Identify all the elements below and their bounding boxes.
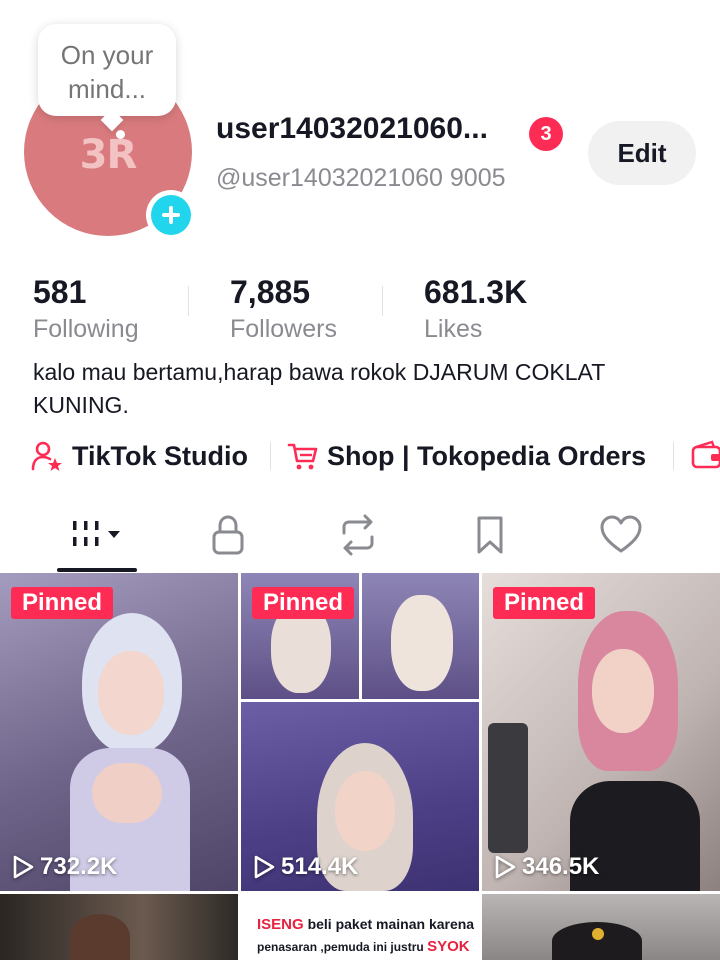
wallet-icon <box>691 440 720 469</box>
profile-links-row: TikTok Studio Shop | Tokopedia Orders <box>30 434 720 478</box>
notification-badge: 3 <box>529 117 563 151</box>
stat-followers[interactable]: 7,885 Followers <box>230 274 337 346</box>
video-thumbnail[interactable]: ISENG beli paket mainan karena penasaran… <box>241 894 479 960</box>
person-star-icon <box>31 441 62 471</box>
edit-profile-button[interactable]: Edit <box>588 121 696 185</box>
video-thumbnail[interactable]: Pinned 346.5K <box>482 573 720 891</box>
bookmark-icon <box>477 516 503 554</box>
stat-likes[interactable]: 681.3K Likes <box>424 274 527 346</box>
tab-videos[interactable] <box>57 505 137 565</box>
tab-reposts[interactable] <box>328 505 388 565</box>
shop-orders-label: Shop | Tokopedia Orders <box>327 440 647 471</box>
heart-icon <box>600 515 642 553</box>
video-grid: Pinned 732.2K Pinned 514.4K Pinned 346.5… <box>0 573 720 960</box>
grid-icon <box>73 521 120 546</box>
user-handle: @user14032021060 9005 <box>216 164 506 192</box>
caption-text: penasaran ,pemuda ini justru <box>257 940 424 954</box>
lock-icon <box>212 515 244 555</box>
avatar-logo: 3R <box>79 130 137 178</box>
caption-line-1: ISENG beli paket mainan karena <box>257 916 474 933</box>
view-count: 732.2K <box>12 853 117 881</box>
view-count-value: 732.2K <box>40 853 118 880</box>
caption-line-2: penasaran ,pemuda ini justru SYOK <box>257 938 470 955</box>
play-icon <box>254 855 275 879</box>
video-thumbnail[interactable]: Pinned 514.4K <box>241 573 479 891</box>
content-tabs <box>0 505 720 573</box>
caption-text: beli paket mainan karena <box>307 916 475 932</box>
caption-highlight: ISENG <box>257 916 304 933</box>
video-thumbnail[interactable] <box>0 894 238 960</box>
pinned-badge: Pinned <box>493 587 596 619</box>
link-separator <box>270 442 271 470</box>
stat-following[interactable]: 581 Following <box>33 274 139 346</box>
pinned-badge: Pinned <box>11 587 114 619</box>
repost-icon <box>342 514 374 556</box>
following-label: Following <box>33 315 139 343</box>
status-bubble-text: On your mind... <box>60 40 154 104</box>
video-thumbnail[interactable] <box>482 894 720 960</box>
followers-count: 7,885 <box>230 274 311 310</box>
stat-divider <box>382 286 383 316</box>
shop-orders-link[interactable]: Shop | Tokopedia Orders <box>287 434 646 478</box>
play-icon <box>495 855 516 879</box>
tiktok-studio-link[interactable]: TikTok Studio <box>30 434 248 478</box>
pinned-badge: Pinned <box>252 587 355 619</box>
view-count-value: 346.5K <box>522 853 600 880</box>
cart-icon <box>287 443 318 470</box>
tab-private[interactable] <box>198 505 258 565</box>
view-count: 514.4K <box>253 853 358 881</box>
view-count: 346.5K <box>494 853 599 881</box>
status-bubble[interactable]: On your mind... <box>38 24 176 116</box>
link-separator <box>673 442 674 470</box>
stat-divider <box>188 286 189 316</box>
followers-label: Followers <box>230 315 337 343</box>
plus-icon <box>151 195 191 235</box>
video-thumbnail[interactable]: Pinned 732.2K <box>0 573 238 891</box>
view-count-value: 514.4K <box>281 853 359 880</box>
caption-highlight: SYOK <box>427 938 470 955</box>
following-count: 581 <box>33 274 87 310</box>
tab-liked[interactable] <box>590 505 652 565</box>
wallet-link[interactable] <box>690 434 720 478</box>
tiktok-studio-label: TikTok Studio <box>72 440 249 471</box>
active-tab-indicator <box>57 568 137 572</box>
bio-text: kalo mau bertamu,harap bawa rokok DJARUM… <box>33 359 605 418</box>
username[interactable]: user14032021060... <box>216 112 488 146</box>
add-story-button[interactable] <box>146 190 196 240</box>
likes-label: Likes <box>424 315 483 343</box>
likes-count: 681.3K <box>424 274 528 310</box>
play-icon <box>13 855 34 879</box>
tab-favorites[interactable] <box>460 505 520 565</box>
